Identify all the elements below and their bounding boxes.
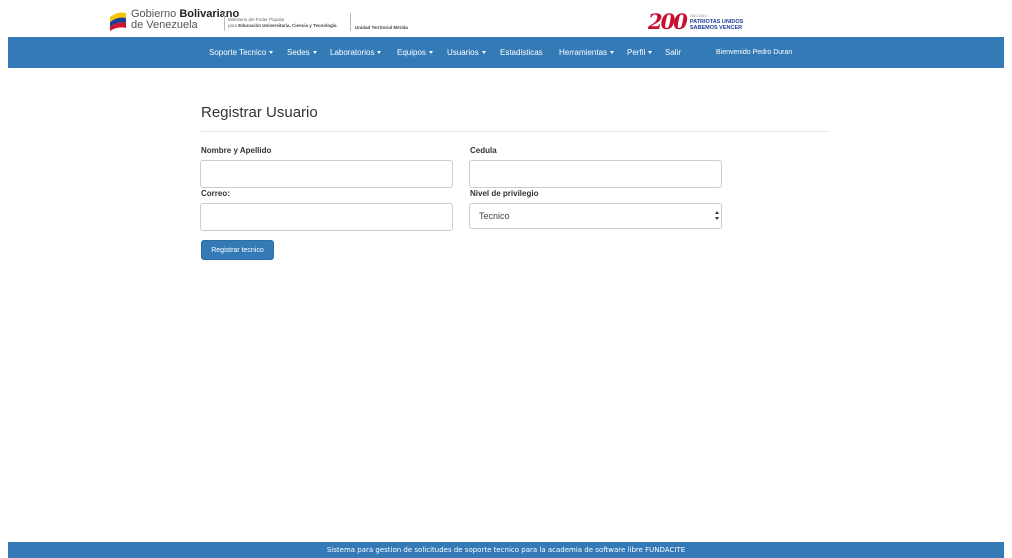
caret-down-icon — [312, 51, 317, 55]
nav-label: Laboratorios — [330, 48, 375, 57]
top-banner: Gobierno Bolivariano de Venezuela Minist… — [0, 0, 1012, 37]
email-label: Correo: — [201, 189, 230, 198]
nav-label: Estadisticas — [500, 48, 543, 57]
nav-soporte-tecnico[interactable]: Soporte Tecnico — [209, 37, 274, 68]
nav-sedes[interactable]: Sedes — [287, 37, 317, 68]
caret-down-icon — [377, 51, 382, 55]
nav-label: Equipos — [397, 48, 426, 57]
banner-divider — [350, 13, 351, 31]
nav-label: Herramientas — [559, 48, 608, 57]
name-label: Nombre y Apellido — [201, 146, 272, 155]
cedula-input[interactable] — [469, 160, 722, 188]
gov-name-line2: de Venezuela — [131, 19, 198, 31]
welcome-message: Bienvenido Pedro Duran — [716, 49, 793, 56]
government-logo: Gobierno Bolivariano de Venezuela — [108, 9, 239, 31]
venezuela-flag-icon — [110, 12, 126, 31]
caret-down-icon — [610, 51, 615, 55]
ministry-name: Ministerio del Poder Popular para Educac… — [228, 17, 336, 28]
bicentennial-number: 200 — [648, 9, 688, 34]
select-arrows-icon — [715, 211, 719, 223]
caret-down-icon — [269, 51, 274, 55]
nav-herramientas[interactable]: Herramientas — [559, 37, 615, 68]
page-title: Registrar Usuario — [201, 104, 318, 121]
main-navbar: Soporte Tecnico Sedes Laboratorios Equip… — [8, 37, 1004, 68]
title-divider — [201, 131, 829, 132]
nav-label: Salir — [665, 48, 682, 57]
cedula-label: Cedula — [470, 146, 497, 155]
ministry-bold: Educación Universitaria, Ciencia y Tecno… — [238, 22, 337, 28]
caret-down-icon — [648, 51, 653, 55]
footer: Sistema para gestion de solicitudes de s… — [8, 542, 1004, 558]
caret-down-icon — [481, 51, 486, 55]
nav-perfil[interactable]: Perfil — [627, 37, 653, 68]
territorial-unit: Unidad Territorial Mérida — [355, 25, 408, 30]
privilege-selected-value: Tecnico — [479, 211, 510, 221]
nav-label: Perfil — [627, 48, 646, 57]
slogan-line2: SABEMOS VENCER — [689, 25, 743, 31]
email-input[interactable] — [200, 203, 453, 231]
banner-divider — [224, 13, 225, 31]
bicentennial-logo: 200 1810-2010 PATRIOTAS UNIDOS SABEMOS V… — [648, 11, 743, 33]
nav-laboratorios[interactable]: Laboratorios — [330, 37, 382, 68]
caret-down-icon — [428, 51, 433, 55]
privilege-label: Nivel de privilegio — [470, 189, 539, 198]
register-technician-button[interactable]: Registrar tecnico — [201, 240, 274, 260]
nav-label: Soporte Tecnico — [209, 48, 267, 57]
privilege-select[interactable]: Tecnico — [469, 203, 722, 229]
name-input[interactable] — [200, 160, 453, 188]
ministry-prefix: para — [228, 22, 238, 28]
nav-label: Sedes — [287, 48, 310, 57]
nav-label: Usuarios — [447, 48, 479, 57]
nav-usuarios[interactable]: Usuarios — [447, 37, 486, 68]
nav-equipos[interactable]: Equipos — [397, 37, 433, 68]
nav-estadisticas[interactable]: Estadisticas — [500, 37, 543, 68]
nav-salir[interactable]: Salir — [665, 37, 681, 68]
